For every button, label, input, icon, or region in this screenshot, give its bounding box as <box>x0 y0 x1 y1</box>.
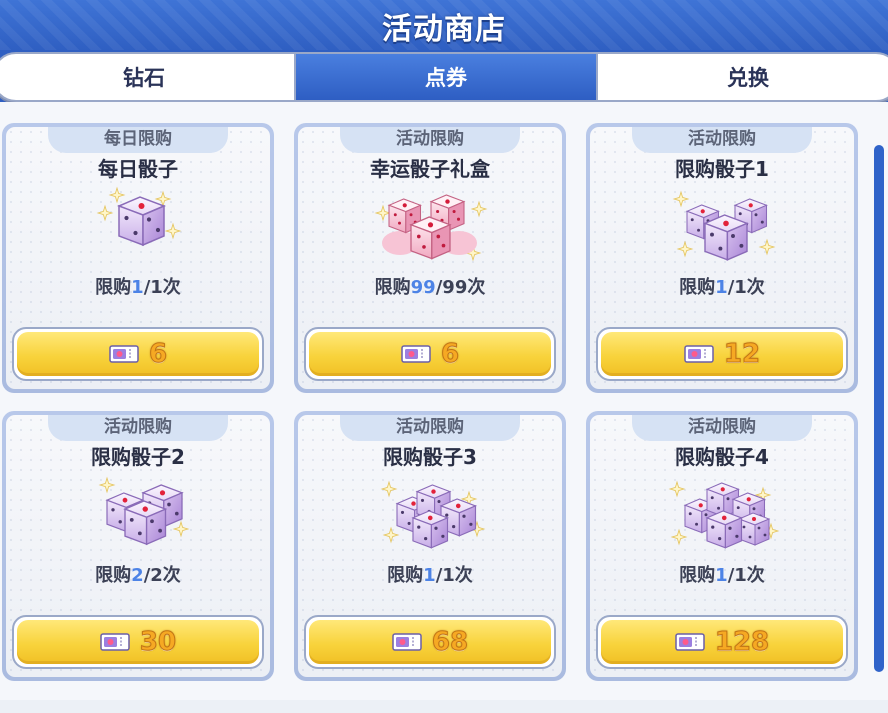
tab-strip: 钻石 点券 兑换 <box>0 50 888 102</box>
item-name: 每日骰子 <box>98 157 178 181</box>
dice-pile-icon <box>381 481 485 549</box>
header-bar: 活动商店 <box>0 0 888 50</box>
price: 30 <box>139 627 177 658</box>
buy-button[interactable]: 6 <box>304 327 556 381</box>
shop-card-limited-dice-1: 活动限购 限购骰子1 限购1/1次 12 <box>586 123 858 393</box>
shop-card-daily-dice: 每日限购 每日骰子 限购1/1次 6 <box>2 123 274 393</box>
limit-tag: 活动限购 <box>632 127 812 153</box>
ticket-icon <box>109 345 139 363</box>
item-name: 限购骰子1 <box>675 157 769 181</box>
ticket-icon <box>401 345 431 363</box>
page-title: 活动商店 <box>382 12 506 47</box>
purchase-limit: 限购99/99次 <box>374 277 486 298</box>
price: 6 <box>148 339 168 370</box>
tab-bar: 钻石 点券 兑换 <box>0 52 888 102</box>
shop-card-limited-dice-4: 活动限购 限购骰子4 限购1/1次 128 <box>586 411 858 681</box>
pink-dice-box-icon <box>375 194 487 261</box>
two-dice-icon <box>99 477 189 545</box>
tab-exchange[interactable]: 兑换 <box>598 54 888 100</box>
price: 12 <box>723 339 761 370</box>
buy-button[interactable]: 12 <box>596 327 848 381</box>
single-die-icon <box>97 187 181 246</box>
limit-tag: 活动限购 <box>340 127 520 153</box>
tab-coupon[interactable]: 点券 <box>294 54 598 100</box>
limit-tag: 活动限购 <box>48 415 228 441</box>
item-name: 限购骰子4 <box>675 445 769 469</box>
limit-tag: 活动限购 <box>632 415 812 441</box>
purchase-limit: 限购1/1次 <box>679 277 765 298</box>
ticket-icon <box>100 633 130 651</box>
three-dice-icon <box>673 191 775 261</box>
ticket-icon <box>675 633 705 651</box>
card-body: 活动限购 限购骰子3 限购1/1次 68 <box>298 415 562 677</box>
item-name: 限购骰子2 <box>91 445 185 469</box>
limit-tag: 每日限购 <box>48 127 228 153</box>
card-body: 活动限购 限购骰子1 限购1/1次 12 <box>590 127 854 389</box>
card-body: 活动限购 幸运骰子礼盒 限购99/99次 6 <box>298 127 562 389</box>
limit-tag: 活动限购 <box>340 415 520 441</box>
purchase-limit: 限购1/1次 <box>95 277 181 298</box>
bottom-edge <box>0 700 888 713</box>
dice-pile-large-icon <box>669 481 779 549</box>
card-body: 每日限购 每日骰子 限购1/1次 6 <box>6 127 270 389</box>
shop-card-limited-dice-2: 活动限购 限购骰子2 限购2/2次 30 <box>2 411 274 681</box>
scrollbar[interactable] <box>874 145 884 672</box>
buy-button[interactable]: 128 <box>596 615 848 669</box>
ticket-icon <box>684 345 714 363</box>
item-name: 幸运骰子礼盒 <box>370 157 490 181</box>
purchase-limit: 限购1/1次 <box>387 565 473 586</box>
card-body: 活动限购 限购骰子4 限购1/1次 128 <box>590 415 854 677</box>
item-name: 限购骰子3 <box>383 445 477 469</box>
shop-card-limited-dice-3: 活动限购 限购骰子3 限购1/1次 68 <box>294 411 566 681</box>
buy-button[interactable]: 6 <box>12 327 264 381</box>
purchase-limit: 限购2/2次 <box>95 565 181 586</box>
tab-diamond[interactable]: 钻石 <box>0 54 294 100</box>
card-body: 活动限购 限购骰子2 限购2/2次 30 <box>6 415 270 677</box>
purchase-limit: 限购1/1次 <box>679 565 765 586</box>
price: 6 <box>440 339 460 370</box>
price: 128 <box>714 627 770 658</box>
shop-card-lucky-dice-box: 活动限购 幸运骰子礼盒 限购99/99次 6 <box>294 123 566 393</box>
buy-button[interactable]: 68 <box>304 615 556 669</box>
price: 68 <box>431 627 469 658</box>
buy-button[interactable]: 30 <box>12 615 264 669</box>
ticket-icon <box>392 633 422 651</box>
